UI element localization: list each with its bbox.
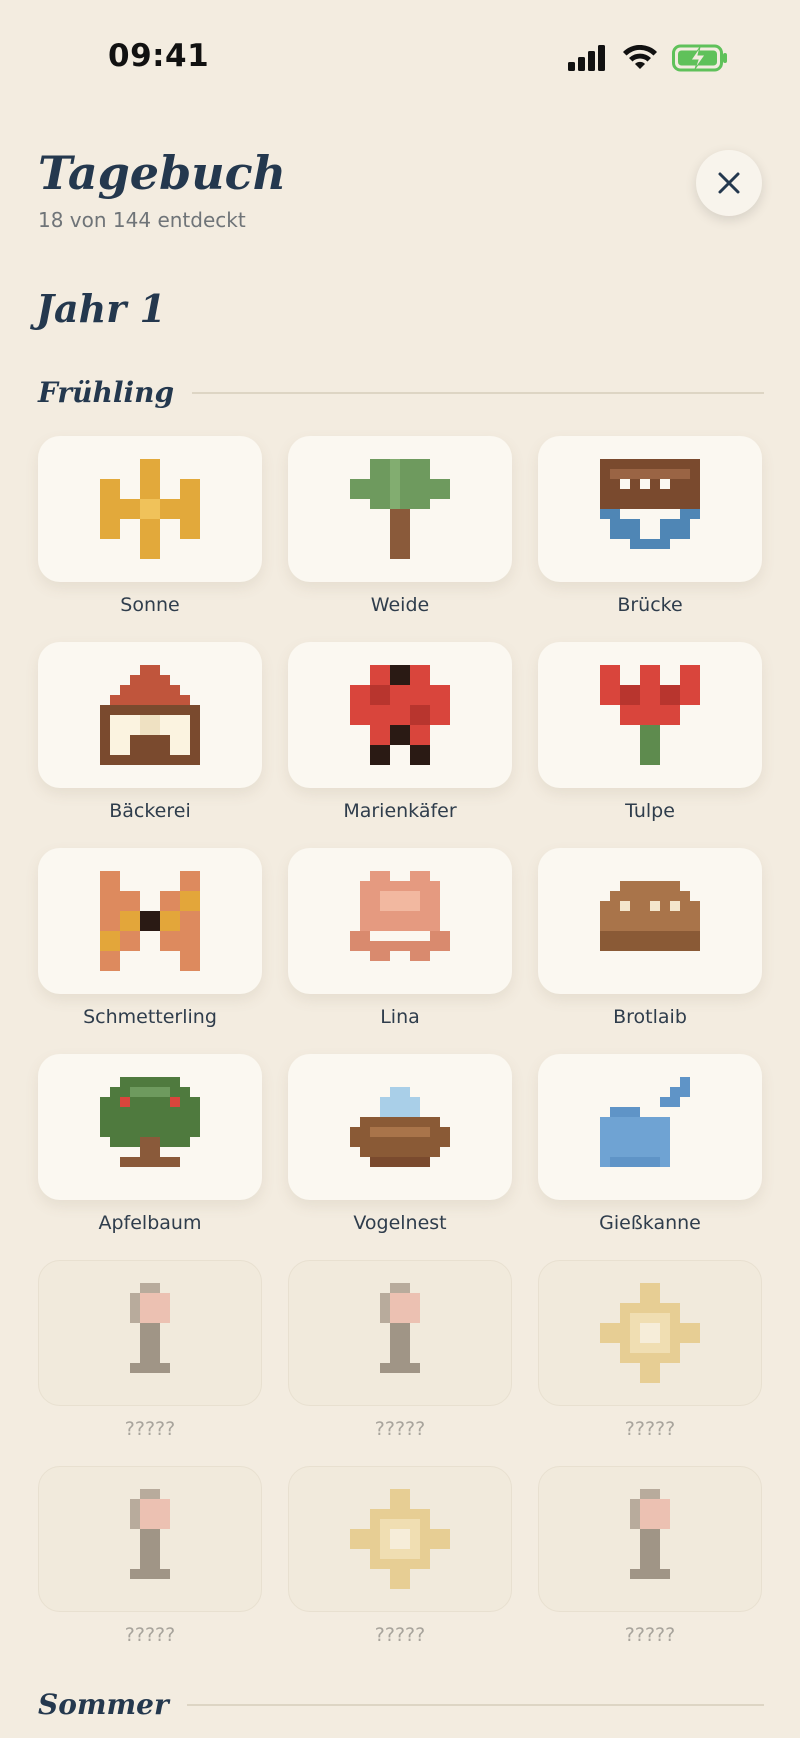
- item-card[interactable]: [288, 642, 512, 788]
- season-header-spring: Frühling: [38, 376, 764, 409]
- item-label: Tulpe: [625, 800, 675, 822]
- diary-item-bruecke[interactable]: Brücke: [538, 436, 762, 642]
- item-label: ?????: [124, 1418, 176, 1440]
- tulip-icon: [600, 665, 700, 765]
- diary-item-giesskanne[interactable]: Gießkanne: [538, 1054, 762, 1260]
- item-label: Brotlaib: [613, 1006, 687, 1028]
- diary-item-locked[interactable]: ?????: [538, 1466, 762, 1672]
- lina-character-icon: [350, 871, 450, 961]
- item-label: Marienkäfer: [343, 800, 457, 822]
- sign-icon: [130, 1489, 170, 1579]
- diary-item-weide[interactable]: Weide: [288, 436, 512, 642]
- item-label: Gießkanne: [599, 1212, 701, 1234]
- item-card-locked[interactable]: [288, 1260, 512, 1406]
- sparkle-icon: [350, 1489, 450, 1589]
- item-card[interactable]: [38, 848, 262, 994]
- item-label: ?????: [374, 1418, 426, 1440]
- battery-charging-icon: [672, 44, 727, 72]
- item-label: Vogelnest: [353, 1212, 447, 1234]
- item-label: Weide: [370, 594, 430, 616]
- diary-screen: 09:41 Tagebuch 18 von 144 entdeckt Jahr …: [0, 0, 800, 1738]
- item-card[interactable]: [288, 436, 512, 582]
- item-card[interactable]: [538, 848, 762, 994]
- item-card[interactable]: [538, 642, 762, 788]
- item-label: ?????: [624, 1624, 676, 1646]
- diary-item-apfelbaum[interactable]: Apfelbaum: [38, 1054, 262, 1260]
- ladybug-icon: [350, 665, 450, 765]
- item-card[interactable]: [288, 1054, 512, 1200]
- bakery-icon: [100, 665, 200, 765]
- item-card-locked[interactable]: [538, 1466, 762, 1612]
- close-button[interactable]: [696, 150, 762, 216]
- willow-tree-icon: [350, 459, 450, 559]
- item-label: Schmetterling: [83, 1006, 217, 1028]
- page-title: Tagebuch: [38, 146, 287, 200]
- diary-item-locked[interactable]: ?????: [288, 1260, 512, 1466]
- bird-nest-icon: [350, 1087, 450, 1167]
- spring-items-grid: Sonne Weide Brücke Bäckerei Marienkäfer …: [38, 436, 762, 1672]
- item-card[interactable]: [538, 1054, 762, 1200]
- diary-item-tulpe[interactable]: Tulpe: [538, 642, 762, 848]
- diary-item-lina[interactable]: Lina: [288, 848, 512, 1054]
- item-card[interactable]: [288, 848, 512, 994]
- sign-icon: [130, 1283, 170, 1373]
- item-card-locked[interactable]: [538, 1260, 762, 1406]
- diary-item-locked[interactable]: ?????: [538, 1260, 762, 1466]
- item-card-locked[interactable]: [38, 1260, 262, 1406]
- diary-item-brotlaib[interactable]: Brotlaib: [538, 848, 762, 1054]
- item-label: ?????: [374, 1624, 426, 1646]
- season-header-summer: Sommer: [38, 1688, 764, 1721]
- sun-icon: [100, 459, 200, 559]
- diary-item-baeckerei[interactable]: Bäckerei: [38, 642, 262, 848]
- item-label: Lina: [380, 1006, 420, 1028]
- item-label: Brücke: [617, 594, 683, 616]
- sparkle-icon: [600, 1283, 700, 1383]
- item-label: Bäckerei: [109, 800, 191, 822]
- item-card-locked[interactable]: [38, 1466, 262, 1612]
- diary-item-vogelnest[interactable]: Vogelnest: [288, 1054, 512, 1260]
- watering-can-icon: [600, 1077, 690, 1167]
- sign-icon: [380, 1283, 420, 1373]
- butterfly-icon: [100, 871, 200, 971]
- item-label: Sonne: [120, 594, 180, 616]
- diary-item-sonne[interactable]: Sonne: [38, 436, 262, 642]
- year-title: Jahr 1: [36, 286, 166, 331]
- diary-item-locked[interactable]: ?????: [38, 1466, 262, 1672]
- diary-item-marienkaefer[interactable]: Marienkäfer: [288, 642, 512, 848]
- status-time: 09:41: [108, 38, 210, 74]
- item-label: ?????: [624, 1418, 676, 1440]
- item-card[interactable]: [538, 436, 762, 582]
- wifi-icon: [623, 45, 657, 69]
- status-icons: [568, 44, 728, 72]
- season-divider: [186, 1703, 764, 1706]
- item-card[interactable]: [38, 1054, 262, 1200]
- bridge-icon: [600, 459, 700, 549]
- diary-item-locked[interactable]: ?????: [38, 1260, 262, 1466]
- season-label: Frühling: [38, 376, 175, 409]
- item-label: ?????: [124, 1624, 176, 1646]
- season-label: Sommer: [38, 1688, 169, 1721]
- bread-loaf-icon: [600, 881, 700, 951]
- signal-icon: [568, 45, 605, 71]
- close-icon: [718, 172, 740, 194]
- item-card-locked[interactable]: [288, 1466, 512, 1612]
- item-label: Apfelbaum: [98, 1212, 202, 1234]
- item-card[interactable]: [38, 436, 262, 582]
- item-card[interactable]: [38, 642, 262, 788]
- diary-item-schmetterling[interactable]: Schmetterling: [38, 848, 262, 1054]
- apple-tree-icon: [100, 1077, 200, 1167]
- discovery-count: 18 von 144 entdeckt: [38, 208, 246, 232]
- diary-item-locked[interactable]: ?????: [288, 1466, 512, 1672]
- sign-icon: [630, 1489, 670, 1579]
- season-divider: [192, 391, 764, 394]
